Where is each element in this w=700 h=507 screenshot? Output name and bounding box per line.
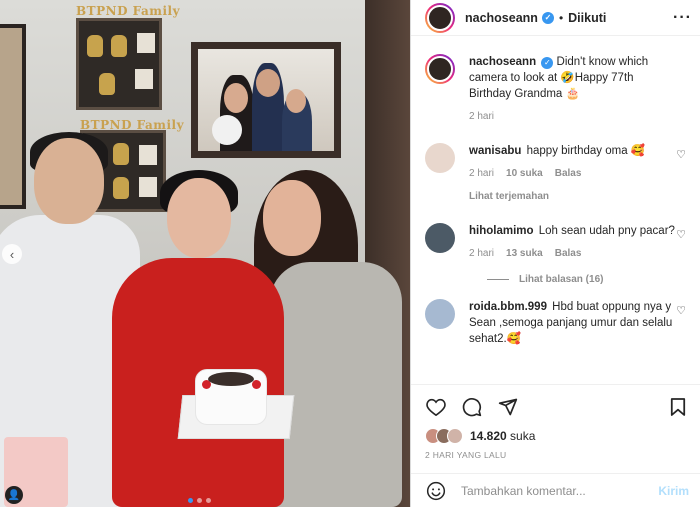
chevron-left-icon[interactable]: ‹: [2, 244, 22, 264]
comment-input[interactable]: Tambahkan komentar...: [461, 484, 658, 498]
wall-label-top: BTPND Family: [76, 4, 181, 18]
commenter-avatar[interactable]: [425, 299, 455, 329]
likes-count: 14.820: [470, 429, 507, 443]
comment-likes[interactable]: 10 suka: [506, 166, 543, 182]
verified-badge-icon: ✓: [541, 11, 554, 24]
comment-username[interactable]: hiholamimo: [469, 225, 534, 237]
view-replies-label: Lihat balasan (16): [519, 274, 604, 285]
liker-avatar: [447, 428, 463, 444]
caption-avatar[interactable]: [425, 54, 455, 84]
post-side-panel: nachoseann ✓ • Diikuti ··· nachoseann ✓ …: [410, 0, 700, 507]
likes-summary[interactable]: 14.820 suka: [425, 428, 689, 444]
caption-username[interactable]: nachoseann: [469, 56, 536, 68]
send-comment-button[interactable]: Kirim: [658, 484, 689, 498]
more-options-icon[interactable]: ···: [673, 9, 692, 27]
comments-list: nachoseann ✓ Didn't know which camera to…: [411, 54, 700, 347]
caption-time[interactable]: 2 hari: [469, 109, 494, 125]
comment-like-heart-icon[interactable]: ♡: [676, 148, 686, 161]
tagged-user-icon[interactable]: 👤: [5, 486, 23, 504]
comment-item: wanisabu happy birthday oma 🥰 2 hari 10 …: [425, 143, 686, 205]
comment-item: roida.bbm.999 Hbd buat oppung nya y Sean…: [425, 299, 686, 347]
comment-like-heart-icon[interactable]: ♡: [676, 304, 686, 317]
post-header: nachoseann ✓ • Diikuti ···: [411, 0, 700, 36]
likes-label: suka: [510, 429, 536, 443]
person-right: [270, 262, 402, 507]
framed-family-photo: [191, 42, 341, 158]
comment-like-heart-icon[interactable]: ♡: [676, 228, 686, 241]
reply-button[interactable]: Balas: [555, 246, 582, 262]
emoji-icon[interactable]: [425, 480, 447, 502]
comment-icon[interactable]: [461, 396, 483, 418]
shadowbox-top: [76, 18, 162, 110]
share-send-icon[interactable]: [497, 396, 519, 418]
comment-item: hiholamimo Loh sean udah pny pacar? 2 ha…: [425, 223, 686, 262]
reply-button[interactable]: Balas: [555, 166, 582, 182]
wall-frame-left: [0, 24, 26, 209]
comment-text: happy birthday oma 🥰: [526, 145, 646, 157]
comment-time[interactable]: 2 hari: [469, 166, 494, 182]
carousel-dot: [197, 498, 202, 503]
post-photo[interactable]: BTPND Family BTPND Family ‹ 👤: [0, 0, 410, 507]
carousel-dot: [188, 498, 193, 503]
comment-username[interactable]: wanisabu: [469, 145, 521, 157]
carousel-dot: [206, 498, 211, 503]
comment-username[interactable]: roida.bbm.999: [469, 301, 547, 313]
comment-text: Loh sean udah pny pacar?: [538, 225, 675, 237]
view-replies-link[interactable]: Lihat balasan (16): [487, 274, 686, 285]
following-button[interactable]: Diikuti: [568, 11, 606, 25]
commenter-avatar[interactable]: [425, 143, 455, 173]
author-avatar[interactable]: [425, 2, 455, 33]
comment-time[interactable]: 2 hari: [469, 246, 494, 262]
see-translation-link[interactable]: Lihat terjemahan: [469, 189, 675, 205]
like-heart-icon[interactable]: [425, 396, 447, 418]
carousel-dots: [188, 498, 211, 503]
post-date[interactable]: 2 HARI YANG LALU: [425, 450, 689, 460]
comment-composer: Tambahkan komentar... Kirim: [411, 473, 700, 507]
verified-badge-icon: ✓: [541, 57, 554, 69]
bookmark-icon[interactable]: [667, 396, 689, 418]
comment-likes[interactable]: 13 suka: [506, 246, 543, 262]
caption: nachoseann ✓ Didn't know which camera to…: [425, 54, 686, 125]
author-username[interactable]: nachoseann: [465, 11, 538, 25]
post-actions: 14.820 suka 2 HARI YANG LALU: [411, 384, 700, 460]
commenter-avatar[interactable]: [425, 223, 455, 253]
